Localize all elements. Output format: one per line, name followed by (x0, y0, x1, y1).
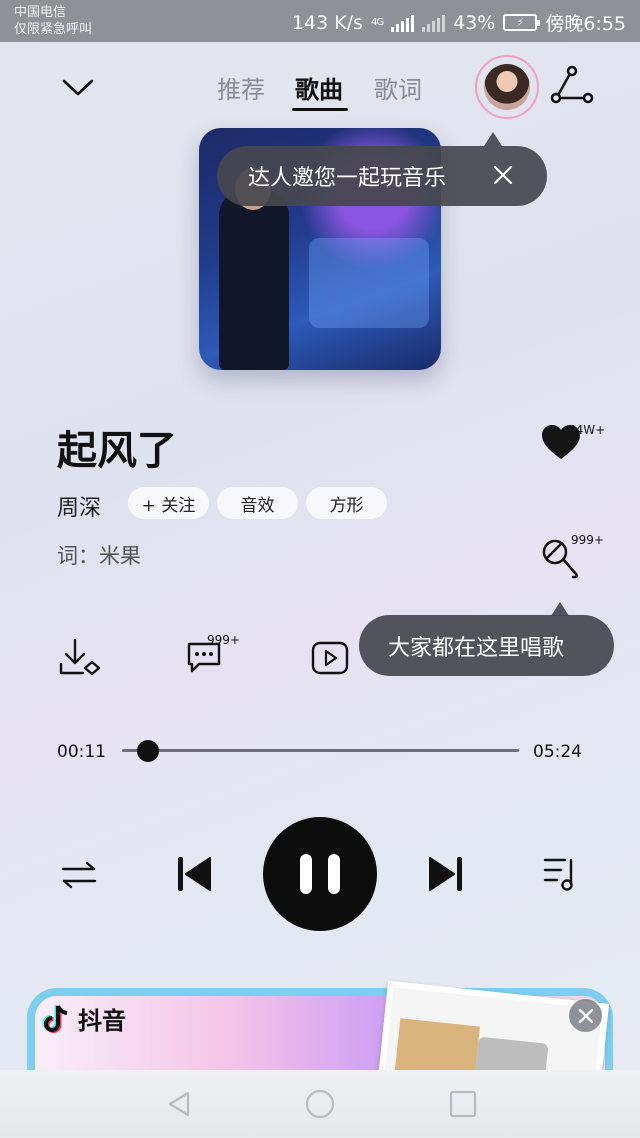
lyricist: 词：米果 (57, 544, 141, 568)
share-icon[interactable] (550, 65, 594, 105)
tab-indicator (292, 108, 348, 111)
karaoke-count: 999+ (571, 533, 604, 547)
tab-song[interactable]: 歌曲 (295, 70, 343, 105)
playlist-icon[interactable] (543, 856, 581, 892)
total-time: 05:24 (533, 742, 582, 762)
artist-name[interactable]: 周深 (57, 490, 101, 522)
emergency-text: 仅限紧急呼叫 (14, 22, 93, 37)
back-icon[interactable] (166, 1090, 192, 1118)
ad-brand-name: 抖音 (78, 1007, 126, 1035)
tiktok-icon (42, 1004, 68, 1033)
repeat-icon[interactable] (60, 860, 98, 890)
expert-avatar-button[interactable] (475, 55, 539, 119)
like-count: 44W+ (568, 423, 606, 437)
clock: 傍晚6:55 (545, 13, 626, 35)
pause-icon (300, 854, 312, 894)
tooltip-arrow (484, 132, 502, 146)
status-icons: 143 K/s 4G 43% ⚡ 傍晚6:55 (292, 9, 626, 36)
system-nav-bar (0, 1070, 640, 1138)
network-type: 4G (370, 16, 384, 28)
song-title: 起风了 (57, 428, 177, 474)
tooltip-arrow-2 (551, 602, 569, 616)
close-icon[interactable] (491, 163, 515, 187)
video-icon[interactable] (311, 641, 349, 675)
carrier-info: 中国电信 仅限紧急呼叫 (14, 4, 92, 38)
karaoke-tip-text: 大家都在这里唱歌 (388, 635, 565, 661)
invite-text: 达人邀您一起玩音乐 (248, 166, 447, 191)
battery-icon: ⚡ (503, 14, 541, 31)
download-icon[interactable] (59, 638, 101, 678)
invite-tooltip[interactable]: 达人邀您一起玩音乐 (217, 146, 547, 206)
progress-thumb[interactable] (136, 740, 159, 762)
close-icon (578, 1008, 593, 1023)
sound-effect-button[interactable]: 音效 (217, 487, 298, 519)
chevron-down-icon[interactable] (61, 76, 95, 98)
signal-icon-2 (422, 14, 446, 32)
signal-icon (391, 14, 415, 32)
progress-track[interactable] (122, 749, 519, 752)
tab-recommend[interactable]: 推荐 (217, 70, 265, 105)
recents-icon[interactable] (449, 1090, 477, 1118)
status-bar: 中国电信 仅限紧急呼叫 143 K/s 4G 43% ⚡ 傍晚6:55 (0, 0, 640, 42)
avatar (484, 64, 530, 110)
tab-lyrics[interactable]: 歌词 (374, 70, 422, 105)
prev-icon[interactable] (176, 855, 212, 893)
battery-percent: 43% (453, 11, 496, 34)
ad-brand: 抖音 (40, 1001, 126, 1036)
comment-count: 999+ (207, 633, 240, 647)
pause-button[interactable] (263, 817, 377, 931)
carrier-name: 中国电信 (14, 5, 67, 20)
follow-button[interactable]: + 关注 (128, 487, 209, 519)
current-time: 00:11 (57, 742, 106, 762)
home-icon[interactable] (305, 1089, 335, 1119)
next-icon[interactable] (428, 855, 464, 893)
ad-close-button[interactable] (569, 999, 602, 1032)
karaoke-tooltip[interactable]: 大家都在这里唱歌 (359, 615, 614, 676)
network-speed: 143 K/s (291, 11, 363, 34)
shape-button[interactable]: 方形 (306, 487, 387, 519)
